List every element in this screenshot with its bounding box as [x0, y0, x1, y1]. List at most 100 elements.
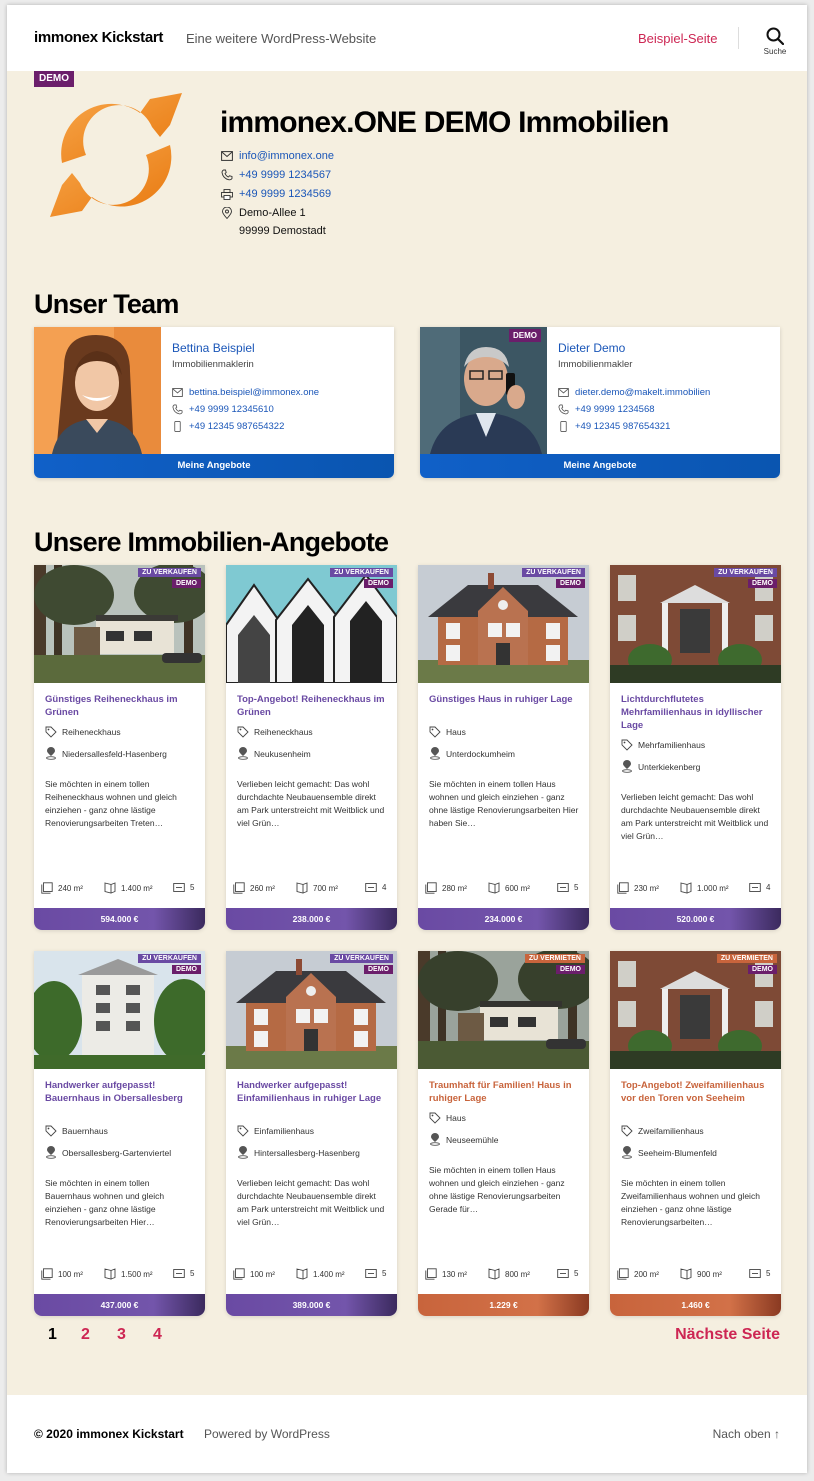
listing-title[interactable]: Günstiges Haus in ruhiger Lage	[429, 693, 581, 706]
site-title[interactable]: immonex Kickstart	[34, 29, 163, 46]
living-area-value: 130 m²	[442, 1269, 467, 1279]
my-offers-button[interactable]: Meine Angebote	[420, 454, 780, 478]
agent-mobile-text[interactable]: +49 12345 987654322	[189, 421, 284, 432]
listing-status-badge: ZU VERKAUFEN	[138, 954, 201, 963]
living-area-icon	[425, 882, 437, 894]
demo-badge: DEMO	[172, 965, 201, 974]
plot-area-value: 1.400 m²	[121, 883, 153, 893]
listing-facts: 230 m² 1.000 m² 4	[617, 882, 777, 896]
agent-email[interactable]: bettina.beispiel@immonex.one	[172, 387, 319, 398]
agency-fax-link[interactable]: +49 9999 1234569	[239, 188, 331, 200]
footer-powered[interactable]: Powered by WordPress	[204, 1427, 330, 1441]
rooms-icon	[749, 883, 761, 892]
living-area: 100 m²	[41, 1268, 83, 1280]
page-2[interactable]: 2	[81, 1326, 90, 1344]
agent-phone[interactable]: +49 9999 12345610	[172, 404, 274, 415]
listing-card[interactable]: ZU VERKAUFEN DEMO Handwerker aufgepasst!…	[34, 951, 205, 1316]
agent-phone-text[interactable]: +49 9999 1234568	[575, 404, 655, 415]
listings-heading: Unsere Immobilien-Angebote	[34, 527, 389, 557]
rooms-value: 4	[766, 883, 771, 892]
listing-card[interactable]: ZU VERMIETEN DEMO Top-Angebot! Zweifamil…	[610, 951, 781, 1316]
agent-mobile-text[interactable]: +49 12345 987654321	[575, 421, 670, 432]
listing-price[interactable]: 389.000 €	[226, 1294, 397, 1316]
nav-link-beispiel-seite[interactable]: Beispiel-Seite	[638, 31, 718, 46]
agency-phone-link[interactable]: +49 9999 1234567	[239, 169, 331, 181]
listing-description: Verlieben leicht gemacht: Das wohl durch…	[237, 779, 385, 828]
agency-email-link[interactable]: info@immonex.one	[239, 150, 334, 162]
footer-copyright[interactable]: © 2020 immonex Kickstart	[34, 1427, 184, 1441]
living-area: 240 m²	[41, 882, 83, 894]
rooms-icon	[173, 883, 185, 892]
listing-location-text: Neukusenheim	[254, 748, 311, 759]
listing-price[interactable]: 1.229 €	[418, 1294, 589, 1316]
listing-price[interactable]: 594.000 €	[34, 908, 205, 930]
search-toggle[interactable]: Suche	[759, 27, 791, 56]
envelope-icon	[558, 388, 569, 397]
listing-card[interactable]: ZU VERKAUFEN DEMO Günstiges Reiheneckhau…	[34, 565, 205, 930]
back-to-top-link[interactable]: Nach oben ↑	[713, 1427, 780, 1441]
my-offers-button[interactable]: Meine Angebote	[34, 454, 394, 478]
listing-location: Niedersallesfeld-Hasenberg	[45, 747, 167, 760]
listing-title[interactable]: Günstiges Reiheneckhaus im Grünen	[45, 693, 197, 719]
listing-title[interactable]: Handwerker aufgepasst! Bauernhaus in Obe…	[45, 1079, 197, 1105]
listing-title[interactable]: Traumhaft für Familien! Haus in ruhiger …	[429, 1079, 581, 1105]
agent-card: Bettina Beispiel Immobilienmaklerin bett…	[34, 327, 394, 478]
listing-card[interactable]: ZU VERKAUFEN DEMO Handwerker aufgepasst!…	[226, 951, 397, 1316]
plot-area-icon	[104, 882, 116, 894]
demo-badge: DEMO	[556, 965, 585, 974]
listing-status-badge: ZU VERKAUFEN	[522, 568, 585, 577]
agent-email-text[interactable]: dieter.demo@makelt.immobilien	[575, 387, 710, 398]
listing-status-badge: ZU VERKAUFEN	[330, 568, 393, 577]
living-area-icon	[617, 882, 629, 894]
rooms-value: 5	[766, 1269, 771, 1278]
tag-icon	[621, 739, 633, 751]
agent-name[interactable]: Dieter Demo	[558, 341, 625, 355]
rooms: 5	[173, 1268, 194, 1279]
demo-badge: DEMO	[509, 329, 541, 342]
tag-icon	[237, 1125, 249, 1137]
listing-card[interactable]: ZU VERKAUFEN DEMO Lichtdurchflutetes Meh…	[610, 565, 781, 930]
site-header: immonex Kickstart Eine weitere WordPress…	[7, 5, 807, 71]
listing-title[interactable]: Lichtdurchflutetes Mehrfamilienhaus in i…	[621, 693, 773, 732]
agent-name[interactable]: Bettina Beispiel	[172, 341, 255, 355]
listing-title[interactable]: Handwerker aufgepasst! Einfamilienhaus i…	[237, 1079, 389, 1105]
listing-price[interactable]: 1.460 €	[610, 1294, 781, 1316]
plot-area-icon	[104, 1268, 116, 1280]
listing-card[interactable]: ZU VERKAUFEN DEMO Top-Angebot! Reiheneck…	[226, 565, 397, 930]
location-pin-icon	[430, 1133, 440, 1146]
next-page-link[interactable]: Nächste Seite	[675, 1326, 780, 1344]
listing-title[interactable]: Top-Angebot! Reiheneckhaus im Grünen	[237, 693, 389, 719]
listing-location: Neuseemühle	[429, 1133, 498, 1146]
agent-mobile[interactable]: +49 12345 987654322	[172, 421, 284, 432]
plot-area-value: 700 m²	[313, 883, 338, 893]
agent-phone-text[interactable]: +49 9999 12345610	[189, 404, 274, 415]
living-area: 200 m²	[617, 1268, 659, 1280]
page-4[interactable]: 4	[153, 1326, 162, 1344]
agent-email-text[interactable]: bettina.beispiel@immonex.one	[189, 387, 319, 398]
agent-photo	[34, 327, 161, 454]
plot-area-value: 600 m²	[505, 883, 530, 893]
agent-phone[interactable]: +49 9999 1234568	[558, 404, 655, 415]
demo-badge: DEMO	[748, 965, 777, 974]
listing-price[interactable]: 520.000 €	[610, 908, 781, 930]
listing-type-text: Reiheneckhaus	[62, 727, 121, 737]
listing-description: Sie möchten in einem tollen Reiheneckhau…	[45, 779, 177, 828]
listing-price[interactable]: 238.000 €	[226, 908, 397, 930]
listing-card[interactable]: ZU VERKAUFEN DEMO Günstiges Haus in ruhi…	[418, 565, 589, 930]
listing-price[interactable]: 234.000 €	[418, 908, 589, 930]
listing-card[interactable]: ZU VERMIETEN DEMO Traumhaft für Familien…	[418, 951, 589, 1316]
page-3[interactable]: 3	[117, 1326, 126, 1344]
agency-city: 99999 Demostadt	[239, 225, 326, 237]
header-divider	[738, 27, 739, 49]
listing-title[interactable]: Top-Angebot! Zweifamilienhaus vor den To…	[621, 1079, 773, 1105]
plot-area: 1.400 m²	[104, 882, 153, 894]
agent-mobile[interactable]: +49 12345 987654321	[558, 421, 670, 432]
listing-price[interactable]: 437.000 €	[34, 1294, 205, 1316]
page-1[interactable]: 1	[48, 1326, 57, 1344]
living-area: 100 m²	[233, 1268, 275, 1280]
demo-badge: DEMO	[556, 579, 585, 588]
rooms: 5	[365, 1268, 386, 1279]
listing-location-text: Obersallesberg-Gartenviertel	[62, 1147, 172, 1158]
rooms-value: 5	[190, 883, 195, 892]
agent-email[interactable]: dieter.demo@makelt.immobilien	[558, 387, 710, 398]
